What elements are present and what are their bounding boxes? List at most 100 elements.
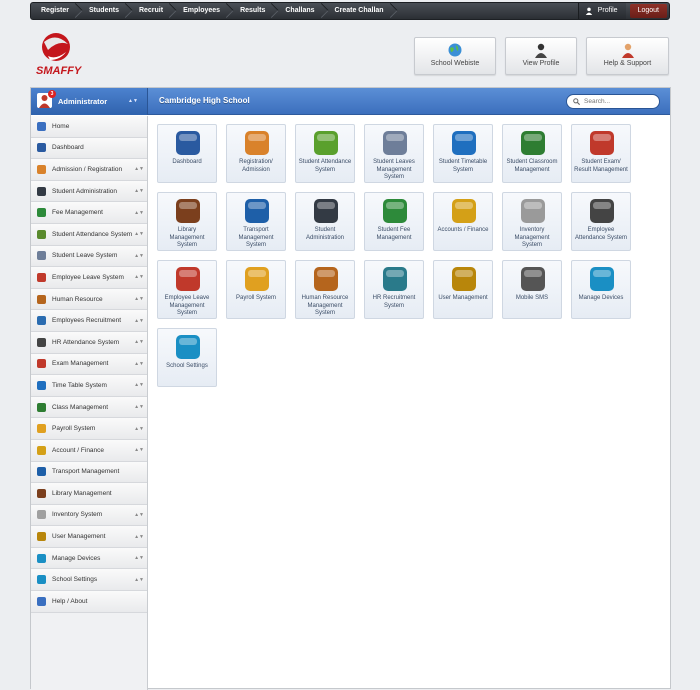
- module-tile[interactable]: Registration/ Admission: [226, 124, 286, 183]
- attendance-icon: [314, 131, 338, 155]
- class-icon: [37, 402, 46, 412]
- nav-item[interactable]: Students: [79, 3, 129, 19]
- sidebar-item[interactable]: Payroll System ▲▼: [31, 418, 147, 440]
- module-tile[interactable]: Library Management System: [157, 192, 217, 251]
- module-tile-label: Manage Devices: [578, 295, 624, 301]
- brand-logo[interactable]: SMAFFY: [34, 30, 83, 78]
- sidebar-item[interactable]: Admission / Registration ▲▼: [31, 159, 147, 181]
- exam-icon: [37, 359, 46, 369]
- module-tile-label: Dashboard: [172, 159, 202, 165]
- leave-icon: [37, 251, 46, 261]
- bus-icon: [37, 467, 46, 477]
- search-input[interactable]: [584, 98, 654, 105]
- module-tile[interactable]: Student Attendance System: [295, 124, 355, 183]
- chevron-icon: ▲▼: [134, 339, 144, 346]
- sidebar-item-label: School Settings: [52, 576, 98, 584]
- nav-item[interactable]: Results: [230, 3, 275, 19]
- nav-item[interactable]: Create Challan: [325, 3, 394, 19]
- sidebar-item-label: Transport Management: [52, 468, 120, 476]
- sidebar-item[interactable]: Student Administration ▲▼: [31, 180, 147, 203]
- module-tile[interactable]: Employee Attendance System: [571, 192, 631, 251]
- module-tile[interactable]: School Settings: [157, 328, 217, 387]
- sidebar-item[interactable]: Exam Management ▲▼: [31, 353, 147, 376]
- nav-item[interactable]: Challans: [275, 3, 324, 19]
- chevron-icon: ▲▼: [134, 555, 144, 562]
- logout-button[interactable]: Logout: [629, 4, 667, 18]
- sidebar-item[interactable]: Manage Devices ▲▼: [31, 547, 147, 570]
- admin-name: Administrator: [58, 97, 108, 106]
- top-nav-menu: Register Students Recruit Employees Results C…: [31, 3, 394, 19]
- module-tile[interactable]: Student Administration: [295, 192, 355, 251]
- module-tile[interactable]: User Management: [433, 260, 493, 319]
- sidebar-item[interactable]: Account / Finance ▲▼: [31, 439, 147, 462]
- school-website-button[interactable]: School Webiste: [414, 37, 496, 75]
- chevron-icon: ▲▼: [134, 209, 144, 216]
- module-tile[interactable]: Employee Leave Management System: [157, 260, 217, 319]
- sidebar-item-label: Inventory System: [52, 511, 103, 519]
- chevron-icon: ▲▼: [134, 576, 144, 583]
- admission-icon: [245, 131, 269, 155]
- sidebar-item[interactable]: Home: [31, 116, 147, 138]
- payroll-icon: [245, 267, 269, 291]
- attendance-icon: [37, 229, 46, 239]
- payroll-icon: [37, 424, 46, 434]
- module-tile[interactable]: Accounts / Finance: [433, 192, 493, 251]
- module-tile-label: Payroll System: [235, 295, 276, 301]
- sidebar-item[interactable]: HR Attendance System ▲▼: [31, 331, 147, 354]
- help-support-button[interactable]: Help & Support: [586, 37, 669, 75]
- sidebar-item[interactable]: School Settings ▲▼: [31, 569, 147, 592]
- chevron-icon: ▲▼: [134, 166, 144, 173]
- module-tile[interactable]: Inventory Management System: [502, 192, 562, 251]
- profile-button[interactable]: Profile: [577, 3, 626, 19]
- module-tile[interactable]: Dashboard: [157, 124, 217, 183]
- module-tile[interactable]: Human Resource Management System: [295, 260, 355, 319]
- dashboard-icon: [176, 131, 200, 155]
- finance-icon: [452, 199, 476, 223]
- module-tile[interactable]: Student Leaves Management System: [364, 124, 424, 183]
- main-panel: 3 Administrator ▲▼ Cambridge High School…: [30, 87, 671, 690]
- sidebar-item[interactable]: Library Management: [31, 483, 147, 505]
- sidebar-item[interactable]: Employees Recruitment ▲▼: [31, 310, 147, 332]
- user-icon: [535, 43, 547, 58]
- nav-item[interactable]: Employees: [173, 3, 230, 19]
- module-tile-label: Library Management System: [169, 227, 205, 248]
- chevron-icon: ▲▼: [134, 447, 144, 454]
- help-support-label: Help & Support: [603, 60, 652, 67]
- student-admin-icon: [314, 199, 338, 223]
- view-profile-button[interactable]: View Profile: [505, 37, 577, 75]
- module-tile-label: HR Recruitment System: [372, 295, 416, 309]
- search-icon: [573, 98, 580, 105]
- sidebar-item[interactable]: Help / About: [31, 591, 147, 613]
- module-tile[interactable]: Student Classroom Management: [502, 124, 562, 183]
- sidebar-item-label: Dashboard: [52, 144, 84, 152]
- chevron-icon: ▲▼: [134, 296, 144, 303]
- module-tile[interactable]: Student Fee Management: [364, 192, 424, 251]
- sidebar-item[interactable]: Transport Management: [31, 461, 147, 484]
- nav-item[interactable]: Register: [31, 3, 79, 19]
- sidebar-item[interactable]: Fee Management ▲▼: [31, 202, 147, 224]
- module-tile[interactable]: Payroll System: [226, 260, 286, 319]
- sidebar-item[interactable]: Dashboard: [31, 137, 147, 160]
- admin-menu[interactable]: 3 Administrator ▲▼: [31, 88, 148, 115]
- sidebar-item[interactable]: Time Table System ▲▼: [31, 375, 147, 397]
- sidebar-item[interactable]: Student Attendance System ▲▼: [31, 223, 147, 246]
- sidebar-item[interactable]: User Management ▲▼: [31, 526, 147, 548]
- module-tile[interactable]: Mobile SMS: [502, 260, 562, 319]
- module-tile[interactable]: HR Recruitment System: [364, 260, 424, 319]
- module-tile[interactable]: Manage Devices: [571, 260, 631, 319]
- recruitment-icon: [383, 267, 407, 291]
- module-tile[interactable]: Student Timetable System: [433, 124, 493, 183]
- leave-icon: [383, 131, 407, 155]
- module-tile[interactable]: Transport Management System: [226, 192, 286, 251]
- module-tile[interactable]: Student Exam/ Result Management: [571, 124, 631, 183]
- sidebar-item[interactable]: Student Leave System ▲▼: [31, 245, 147, 268]
- chevron-icon: ▲▼: [134, 533, 144, 540]
- sidebar-item[interactable]: Employee Leave System ▲▼: [31, 267, 147, 289]
- sidebar-item[interactable]: Human Resource ▲▼: [31, 288, 147, 311]
- sidebar-item[interactable]: Class Management ▲▼: [31, 396, 147, 419]
- sidebar-item-label: Payroll System: [52, 425, 96, 433]
- sidebar-item[interactable]: Inventory System ▲▼: [31, 504, 147, 527]
- svg-text:SMAFFY: SMAFFY: [36, 65, 82, 77]
- module-tile-label: Student Attendance System: [298, 159, 352, 173]
- nav-item[interactable]: Recruit: [129, 3, 173, 19]
